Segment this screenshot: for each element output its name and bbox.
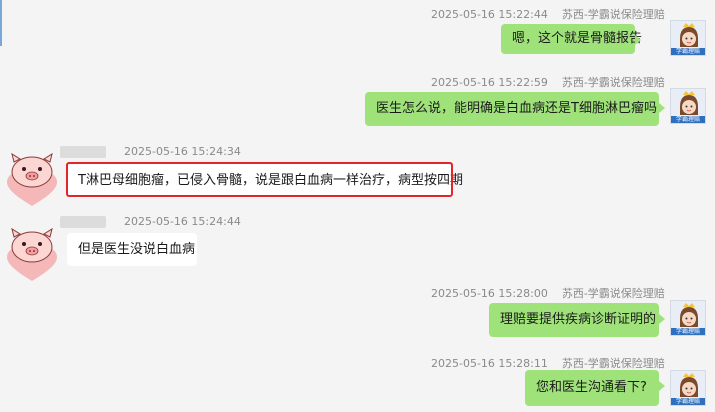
message-time: 2025-05-16 15:24:34 xyxy=(124,145,241,158)
message-meta: 2025-05-16 15:22:59 苏西-学霸说保险理赔 xyxy=(431,74,665,90)
chat-bubble-outgoing[interactable]: 您和医生沟通看下? xyxy=(525,370,665,406)
chat-bubble-outgoing[interactable]: 医生怎么说，能明确是白血病还是T细胞淋巴瘤吗 xyxy=(365,92,665,126)
message-text: 医生怎么说，能明确是白血病还是T细胞淋巴瘤吗 xyxy=(376,101,657,116)
message-text: 嗯，这个就是骨髓报告 xyxy=(512,31,643,46)
avatar-caption: 学霸理赔 xyxy=(675,116,700,123)
avatar-caption: 学霸理赔 xyxy=(675,328,700,335)
message-meta: 2025-05-16 15:22:44 苏西-学霸说保险理赔 xyxy=(431,6,665,22)
blurred-sender-name xyxy=(60,216,106,228)
message-time: 2025-05-16 15:22:44 xyxy=(431,8,548,21)
pig-avatar[interactable] xyxy=(2,152,62,208)
message-meta: 2025-05-16 15:24:44 xyxy=(60,215,241,228)
message-text: 理赔要提供疾病诊断证明的 xyxy=(500,312,657,327)
message-meta: 2025-05-16 15:28:11 苏西-学霸说保险理赔 xyxy=(431,355,665,371)
message-meta: 2025-05-16 15:24:34 xyxy=(60,145,241,158)
chat-bubble-incoming[interactable]: 但是医生没说白血病 xyxy=(67,233,197,266)
highlight-box xyxy=(66,162,453,197)
pig-avatar[interactable] xyxy=(2,227,62,283)
sender-name: 苏西-学霸说保险理赔 xyxy=(561,8,665,21)
pig-heart-avatar-icon xyxy=(7,152,57,206)
sender-name: 苏西-学霸说保险理赔 xyxy=(561,287,665,300)
message-time: 2025-05-16 15:28:00 xyxy=(431,287,548,300)
window-left-edge xyxy=(0,0,2,46)
chat-bubble-outgoing[interactable]: 嗯，这个就是骨髓报告 xyxy=(501,24,642,54)
message-text: 您和医生沟通看下? xyxy=(536,380,647,395)
pig-heart-avatar-icon xyxy=(7,227,57,281)
message-time: 2025-05-16 15:22:59 xyxy=(431,76,548,89)
message-meta: 2025-05-16 15:28:00 苏西-学霸说保险理赔 xyxy=(431,285,665,301)
sender-name: 苏西-学霸说保险理赔 xyxy=(561,357,665,370)
message-time: 2025-05-16 15:28:11 xyxy=(431,357,548,370)
chat-bubble-outgoing[interactable]: 理赔要提供疾病诊断证明的 xyxy=(489,303,665,337)
avatar-caption: 学霸理赔 xyxy=(675,398,700,405)
avatar-caption: 学霸理赔 xyxy=(675,48,700,55)
message-time: 2025-05-16 15:24:44 xyxy=(124,215,241,228)
sender-name: 苏西-学霸说保险理赔 xyxy=(561,76,665,89)
blurred-sender-name xyxy=(60,146,106,158)
message-text: 但是医生没说白血病 xyxy=(78,241,196,257)
